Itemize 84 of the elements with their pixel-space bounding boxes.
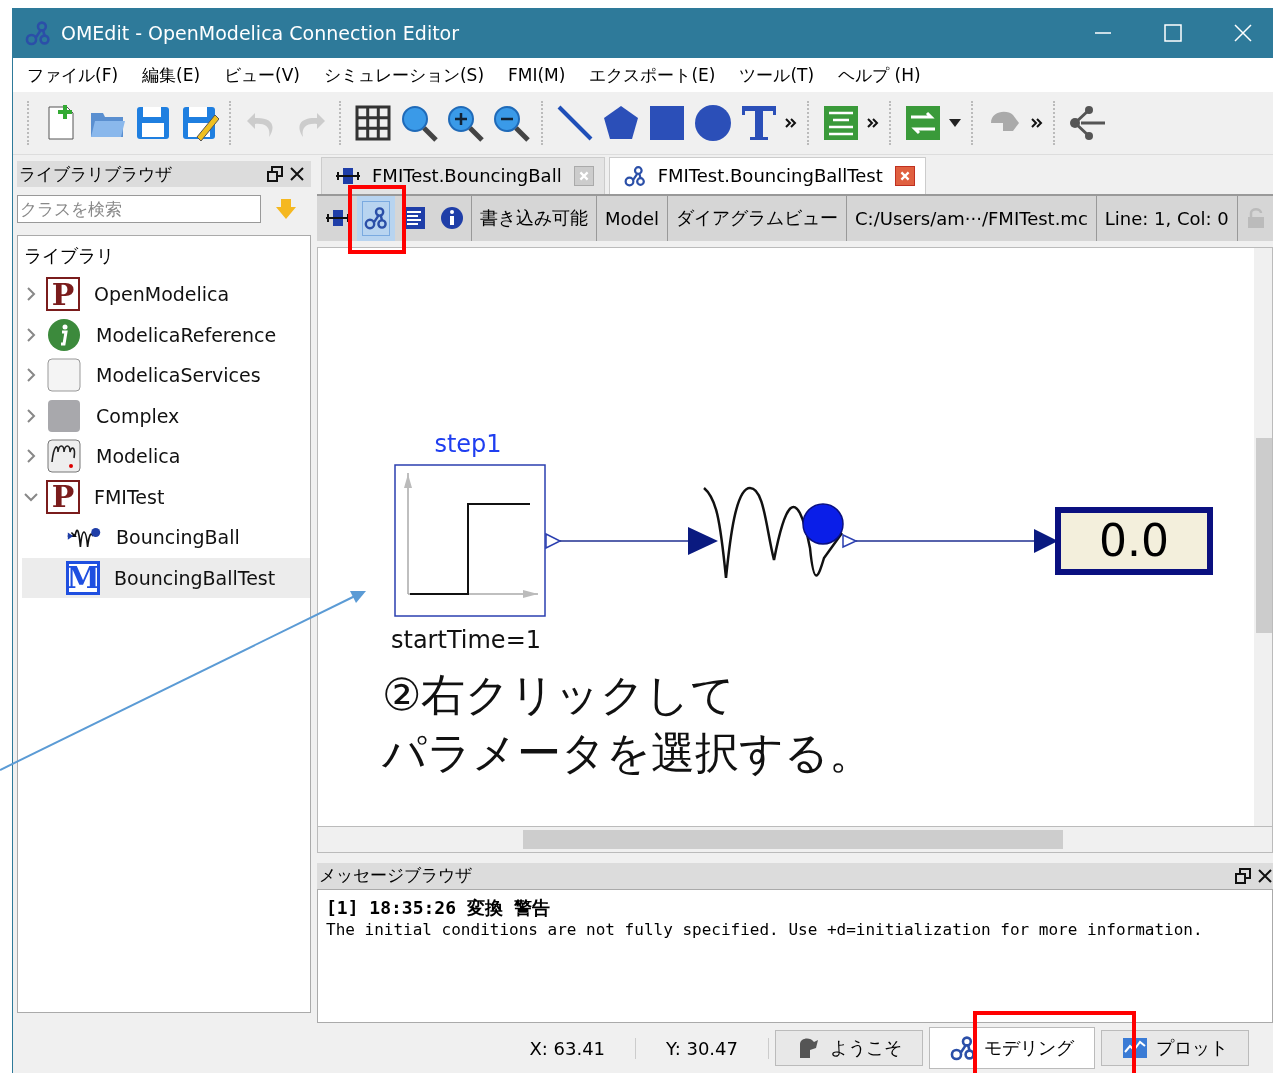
panel-title: ライブラリブラウザ: [19, 162, 172, 186]
message-header: [1] 18:35:26 変換 警告: [326, 896, 551, 920]
window-title: OMEdit - OpenModelica Connection Editor: [61, 22, 460, 44]
menu-item[interactable]: 編集(E): [132, 63, 215, 87]
info-icon: [440, 206, 464, 231]
menu-item[interactable]: ビュー(V): [214, 63, 314, 87]
maximize-icon[interactable]: [1164, 24, 1182, 42]
search-icon[interactable]: [399, 103, 439, 143]
line-icon[interactable]: [555, 103, 595, 143]
step-block[interactable]: [394, 463, 546, 617]
align-icon[interactable]: [821, 103, 861, 143]
annotation-text: ②右クリックして パラメータを選択する。: [382, 667, 873, 780]
grid-icon[interactable]: [353, 103, 393, 143]
close-icon[interactable]: [289, 166, 305, 182]
model-icon: M: [66, 560, 100, 595]
menu-item[interactable]: エクスポート(E): [579, 63, 730, 87]
package-icon: P: [46, 479, 80, 514]
rectangle-icon[interactable]: [647, 103, 687, 143]
status-field: C:/Users/am···/FMITest.mc: [846, 195, 1096, 241]
menu-item[interactable]: ファイル(F): [17, 63, 133, 87]
component-name: step1: [434, 429, 502, 458]
tree-item[interactable]: P FMITest: [22, 476, 310, 517]
message-text: The initial conditions are not fully specified. Use +d=initialization for more information.: [326, 920, 1204, 939]
status-field: ダイアグラムビュー: [667, 195, 847, 241]
connection-line[interactable]: [855, 528, 1058, 553]
class-icon: [46, 397, 82, 434]
zoom-out-icon[interactable]: [491, 103, 531, 143]
share-icon[interactable]: [1067, 103, 1107, 143]
text-tool-icon[interactable]: [739, 103, 779, 143]
zoom-in-icon[interactable]: [445, 103, 485, 143]
tree-item[interactable]: ModelicaServices: [22, 355, 310, 396]
highlight-frame: [348, 185, 406, 254]
document-tab[interactable]: FMITest.BouncingBallTest: [608, 156, 926, 194]
menu-item[interactable]: ツール(T): [729, 63, 829, 87]
display-block[interactable]: 0.0: [1055, 506, 1213, 575]
tree-item[interactable]: P OpenModelica: [22, 274, 310, 315]
tab-close-icon[interactable]: [894, 165, 915, 186]
modeling-icon: [950, 1035, 976, 1061]
vertical-scrollbar[interactable]: [1254, 247, 1272, 826]
more-icon[interactable]: [785, 117, 797, 129]
view-toggle[interactable]: [357, 195, 395, 241]
document-tab[interactable]: FMITest.BouncingBall: [321, 156, 605, 194]
panel-title: メッセージブラウザ: [319, 864, 472, 888]
menu-item[interactable]: FMI(M): [498, 65, 580, 85]
undock-icon[interactable]: [1235, 868, 1251, 884]
tree-item[interactable]: Complex: [22, 395, 310, 436]
horizontal-scrollbar[interactable]: [317, 826, 1273, 853]
class-icon: [46, 357, 82, 394]
close-icon[interactable]: [1257, 868, 1273, 884]
tree-item[interactable]: M BouncingBallTest: [22, 557, 310, 598]
perspective-tab[interactable]: モデリング: [929, 1027, 1095, 1069]
display-value: 0.0: [1099, 514, 1169, 566]
ellipse-icon[interactable]: [693, 103, 733, 143]
diagram-view-icon: [364, 206, 388, 231]
tree-item[interactable]: Modelica: [22, 436, 310, 477]
swap-icon[interactable]: [903, 103, 943, 143]
bouncing-ball-drawing[interactable]: [703, 486, 858, 579]
caret-icon[interactable]: [949, 119, 961, 127]
y-coordinate: Y: 30.47: [636, 1037, 769, 1059]
tree-item[interactable]: BouncingBall: [22, 517, 310, 558]
search-field[interactable]: クラスを検索: [17, 195, 261, 223]
menu-item[interactable]: ヘルプ (H): [828, 63, 935, 87]
app-logo-icon: [25, 20, 51, 46]
icon-view-icon: [326, 209, 350, 228]
tree-header: ライブラリ: [23, 244, 115, 268]
status-field: 書き込み可能: [471, 195, 596, 241]
info-icon: [46, 316, 82, 353]
model-icon: [623, 164, 646, 187]
more-icon[interactable]: [867, 117, 879, 129]
output-port-icon[interactable]: [545, 532, 562, 549]
status-field: Line: 1, Col: 0: [1095, 195, 1237, 241]
more-icon[interactable]: [1031, 117, 1043, 129]
menu-item[interactable]: シミュレーション(S): [313, 63, 499, 87]
block-icon: [336, 166, 360, 185]
package-icon: P: [46, 277, 80, 312]
tree-item[interactable]: ModelicaReference: [22, 314, 310, 355]
spring-icon: [46, 438, 82, 475]
perspective-tab[interactable]: ようこそ: [775, 1030, 923, 1066]
status-field: Model: [596, 195, 668, 241]
undock-icon[interactable]: [267, 166, 283, 182]
parameter-label: startTime=1: [391, 625, 541, 654]
perspective-tab[interactable]: プロット: [1101, 1030, 1249, 1066]
x-coordinate: X: 63.41: [499, 1037, 637, 1059]
connection-line[interactable]: [559, 526, 718, 555]
